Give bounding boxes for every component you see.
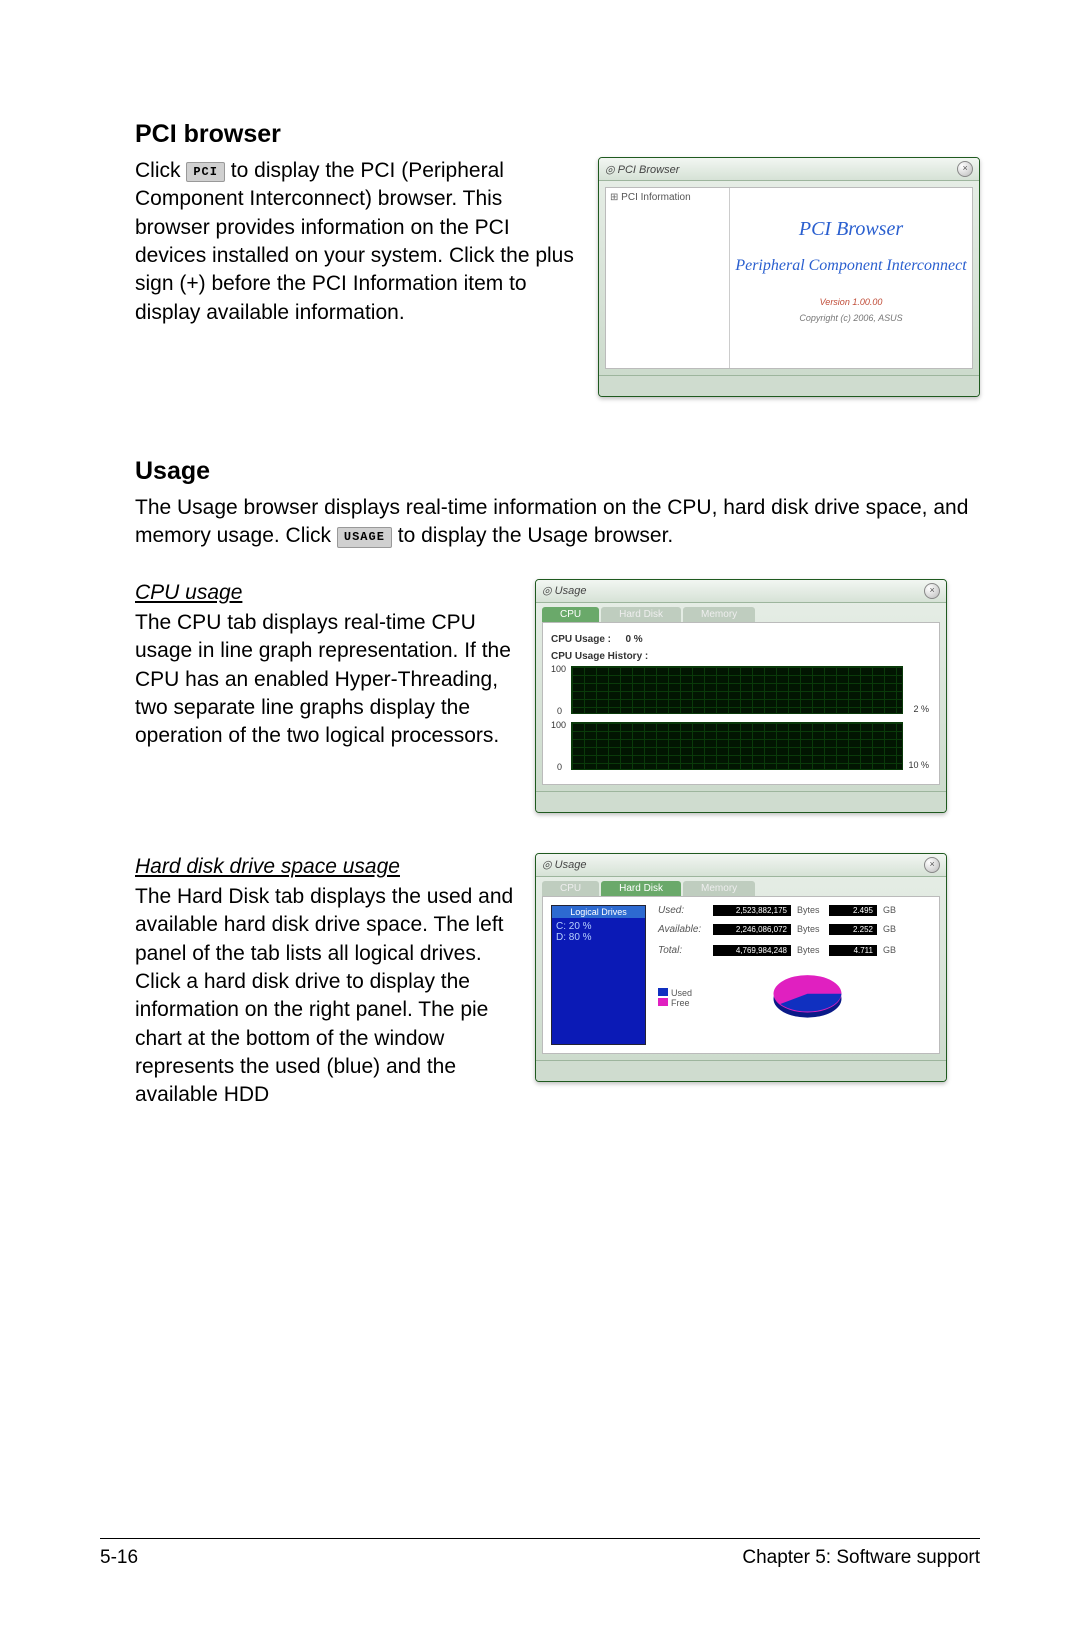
cpu-pct-2: 10 % <box>908 760 929 770</box>
pci-titlebar: ◎ PCI Browser × <box>599 158 979 181</box>
close-icon[interactable]: × <box>924 857 940 873</box>
hdd-titlebar: ◎ Usage × <box>536 854 946 877</box>
pci-main-panel: PCI Browser Peripheral Component Interco… <box>730 188 972 368</box>
tab-cpu[interactable]: CPU <box>542 607 599 622</box>
pci-main-sub: Peripheral Component Interconnect <box>730 255 972 277</box>
hdd-legend-used: Used <box>671 988 681 996</box>
cpu-scale-100: 100 <box>551 664 566 674</box>
tab-cpu[interactable]: CPU <box>542 881 599 896</box>
cpu-usage-value: 0 % <box>625 634 642 645</box>
cpu-history-label: CPU Usage History : <box>551 651 931 662</box>
hdd-avail-bytes: 2,246,086,072 <box>713 924 791 935</box>
pci-browser-window: ◎ PCI Browser × PCI Information PCI Brow… <box>598 157 980 397</box>
hdd-avail-unit: Bytes <box>797 924 829 934</box>
hdd-drive-c[interactable]: C: 20 % <box>556 921 641 932</box>
hdd-total-unit: Bytes <box>797 945 829 955</box>
pci-tree-root[interactable]: PCI Information <box>610 192 725 203</box>
close-icon[interactable]: × <box>957 161 973 177</box>
pci-window-title: PCI Browser <box>618 164 680 176</box>
cpu-usage-label: CPU Usage : <box>551 634 611 645</box>
tab-memory[interactable]: Memory <box>683 607 755 622</box>
pci-paragraph: Click PCI to display the PCI (Peripheral… <box>135 157 578 327</box>
tab-harddisk[interactable]: Hard Disk <box>601 607 681 622</box>
hdd-avail-gb: 2.252 <box>829 924 877 935</box>
hdd-total-bytes: 4,769,984,248 <box>713 945 791 956</box>
hdd-text: The Hard Disk tab displays the used and … <box>135 883 515 1110</box>
cpu-graph-1 <box>571 666 903 714</box>
cpu-subhead: CPU usage <box>135 579 515 607</box>
hdd-gb: GB <box>883 924 915 934</box>
usage-para-after: to display the Usage browser. <box>398 524 673 547</box>
cpu-titlebar: ◎ Usage × <box>536 580 946 603</box>
pci-para-after: to display the PCI (Peripheral Component… <box>135 159 574 324</box>
pci-copyright: Copyright (c) 2006, ASUS <box>730 313 972 323</box>
cpu-usage-window: ◎ Usage × CPU Hard Disk Memory CPU Usage… <box>535 579 947 813</box>
pci-tree[interactable]: PCI Information <box>606 188 730 368</box>
usage-paragraph: The Usage browser displays real-time inf… <box>135 494 980 551</box>
cpu-scale-100: 100 <box>551 720 566 730</box>
hdd-usage-window: ◎ Usage × CPU Hard Disk Memory Logical D… <box>535 853 947 1082</box>
close-icon[interactable]: × <box>924 583 940 599</box>
hdd-legend-free: Free <box>671 998 681 1006</box>
pci-version: Version 1.00.00 <box>730 297 972 307</box>
hdd-gb: GB <box>883 905 915 915</box>
cpu-window-title: Usage <box>555 585 587 597</box>
usage-badge-icon[interactable]: USAGE <box>337 527 392 547</box>
hdd-pie-chart <box>765 970 850 1025</box>
cpu-footer-bar <box>536 791 946 812</box>
hdd-used-bytes: 2,523,882,175 <box>713 905 791 916</box>
pci-footer-bar <box>599 375 979 396</box>
pci-main-title: PCI Browser <box>730 218 972 241</box>
hdd-subhead: Hard disk drive space usage <box>135 853 515 881</box>
pci-para-before: Click <box>135 159 186 182</box>
hdd-used-label: Used: <box>658 905 713 916</box>
page-number: 5-16 <box>100 1547 138 1569</box>
hdd-drive-list[interactable]: Logical Drives C: 20 % D: 80 % <box>551 905 646 1045</box>
footer-rule <box>100 1538 980 1539</box>
hdd-drive-header: Logical Drives <box>552 906 645 918</box>
cpu-scale-0: 0 <box>557 706 562 716</box>
cpu-text: The CPU tab displays real-time CPU usage… <box>135 609 515 751</box>
hdd-used-unit: Bytes <box>797 905 829 915</box>
tab-harddisk[interactable]: Hard Disk <box>601 881 681 896</box>
chapter-title: Chapter 5: Software support <box>742 1547 980 1569</box>
cpu-scale-0: 0 <box>557 762 562 772</box>
tab-memory[interactable]: Memory <box>683 881 755 896</box>
cpu-pct-1: 2 % <box>913 704 929 714</box>
hdd-total-label: Total: <box>658 945 713 956</box>
hdd-drive-d[interactable]: D: 80 % <box>556 932 641 943</box>
usage-heading: Usage <box>135 457 980 486</box>
hdd-used-gb: 2.495 <box>829 905 877 916</box>
hdd-avail-label: Available: <box>658 924 713 935</box>
hdd-legend: Used Free <box>658 986 684 1006</box>
pci-heading: PCI browser <box>135 120 980 149</box>
hdd-footer-bar <box>536 1060 946 1081</box>
hdd-window-title: Usage <box>555 859 587 871</box>
pci-badge-icon[interactable]: PCI <box>186 162 225 182</box>
cpu-graph-2 <box>571 722 903 770</box>
hdd-total-gb: 4.711 <box>829 945 877 956</box>
hdd-gb: GB <box>883 945 915 955</box>
